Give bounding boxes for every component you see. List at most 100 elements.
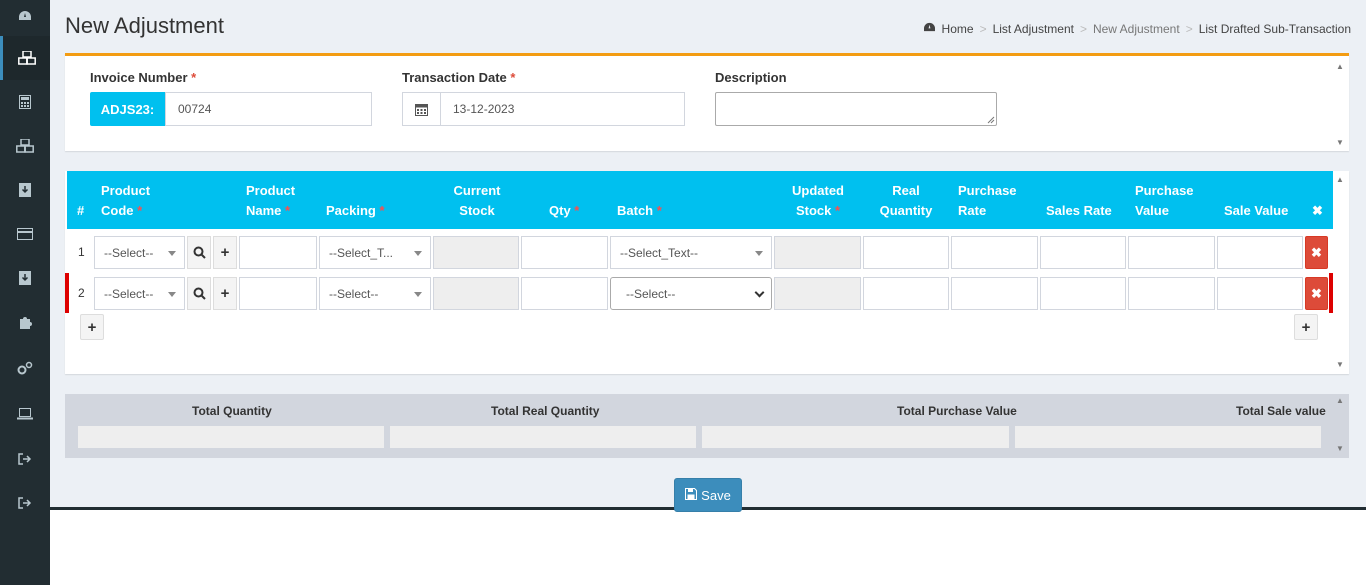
packing-select[interactable]: --Select_T...	[319, 236, 431, 269]
total-real-quantity-label: Total Real Quantity	[491, 404, 600, 418]
add-product-button[interactable]: +	[213, 277, 237, 310]
qty-input[interactable]	[521, 277, 608, 310]
header-product-name: Product Name *	[246, 183, 296, 218]
current-stock-field	[433, 236, 519, 269]
totals-box: Total Quantity Total Real Quantity Total…	[65, 394, 1349, 458]
current-stock-field	[433, 277, 519, 310]
header-purchase-rate: Purchase Rate	[958, 183, 1017, 218]
total-sale-value-label: Total Sale value	[1236, 404, 1326, 418]
total-purchase-value-label: Total Purchase Value	[897, 404, 1017, 418]
invoice-number-input[interactable]: 00724	[165, 92, 372, 126]
updated-stock-field	[774, 236, 861, 269]
content-wrapper: New Adjustment Home > List Adjustment > …	[50, 0, 1366, 512]
breadcrumb: Home > List Adjustment > New Adjustment …	[923, 22, 1351, 36]
updated-stock-field	[774, 277, 861, 310]
product-name-input[interactable]	[239, 277, 317, 310]
scroll-up-icon[interactable]: ▲	[1335, 175, 1345, 185]
search-icon[interactable]	[187, 236, 211, 269]
product-code-select[interactable]: --Select--	[94, 277, 185, 310]
header-batch: Batch *	[617, 203, 662, 218]
delete-row-button[interactable]: ✖	[1305, 277, 1328, 310]
qty-input[interactable]	[521, 236, 608, 269]
puzzle-icon[interactable]	[0, 300, 50, 344]
invoice-prefix: ADJS23:	[90, 92, 165, 126]
breadcrumb-home[interactable]: Home	[942, 22, 974, 36]
add-row-button[interactable]: +	[1294, 314, 1318, 340]
breadcrumb-separator: >	[1079, 22, 1087, 36]
description-textarea[interactable]	[715, 92, 997, 126]
sign-out-icon[interactable]	[0, 481, 50, 525]
delete-row-button[interactable]: ✖	[1305, 236, 1328, 269]
header-packing: Packing *	[326, 203, 385, 218]
row-error-indicator	[65, 273, 69, 313]
items-table-header: # Product Code * Product Name * Packing …	[67, 171, 1333, 229]
cubes-icon[interactable]	[0, 124, 50, 168]
gears-icon[interactable]	[0, 346, 50, 390]
header-current-stock: Current Stock	[453, 183, 501, 218]
purchase-rate-input[interactable]	[951, 236, 1038, 269]
add-product-button[interactable]: +	[213, 236, 237, 269]
real-quantity-input[interactable]	[863, 236, 949, 269]
items-table-box: # Product Code * Product Name * Packing …	[65, 171, 1349, 374]
breadcrumb-new-adjustment: New Adjustment	[1092, 22, 1180, 36]
credit-card-icon[interactable]	[0, 212, 50, 256]
scroll-down-icon[interactable]: ▼	[1335, 360, 1345, 370]
search-icon[interactable]	[187, 277, 211, 310]
sale-value-input[interactable]	[1217, 277, 1303, 310]
real-quantity-input[interactable]	[863, 277, 949, 310]
header-number: #	[77, 203, 85, 218]
purchase-rate-input[interactable]	[951, 277, 1038, 310]
cubes-icon[interactable]	[0, 36, 50, 80]
scroll-down-icon[interactable]: ▼	[1335, 138, 1345, 148]
header-updated-stock: Updated Stock *	[792, 183, 844, 218]
breadcrumb-list-adjustment[interactable]: List Adjustment	[993, 22, 1074, 36]
header-sales-rate: Sales Rate	[1046, 203, 1112, 218]
product-code-select[interactable]: --Select--	[94, 236, 185, 269]
sidebar	[0, 0, 50, 585]
header-real-quantity: Real Quantity	[879, 183, 933, 218]
header-qty: Qty *	[549, 203, 580, 218]
add-row-button[interactable]: +	[80, 314, 104, 340]
header-product-code: Product Code *	[101, 183, 151, 218]
breadcrumb-separator: >	[979, 22, 987, 36]
breadcrumb-list-drafted[interactable]: List Drafted Sub-Transaction	[1199, 22, 1351, 36]
breadcrumb-separator: >	[1185, 22, 1193, 36]
header-sale-value: Sale Value	[1224, 203, 1289, 218]
total-quantity-label: Total Quantity	[192, 404, 272, 418]
batch-select[interactable]: --Select_Text--	[610, 236, 772, 269]
description-label: Description	[715, 70, 787, 85]
header-purchase-value: Purchase Value	[1135, 183, 1194, 218]
transaction-date-input[interactable]: 13-12-2023	[440, 92, 685, 126]
dashboard-icon	[923, 22, 936, 36]
purchase-value-input[interactable]	[1128, 277, 1215, 310]
row-error-indicator	[1329, 273, 1333, 313]
download-icon[interactable]	[0, 256, 50, 300]
calculator-icon[interactable]	[0, 80, 50, 124]
dashboard-icon[interactable]	[0, 0, 50, 38]
packing-select[interactable]: --Select--	[319, 277, 431, 310]
scroll-up-icon[interactable]: ▲	[1335, 62, 1345, 72]
laptop-icon[interactable]	[0, 392, 50, 436]
total-quantity-field	[77, 425, 385, 449]
calendar-icon[interactable]	[402, 92, 441, 126]
scroll-down-icon[interactable]: ▼	[1335, 444, 1345, 454]
transaction-date-label: Transaction Date *	[402, 70, 516, 85]
product-name-input[interactable]	[239, 236, 317, 269]
page-title: New Adjustment	[65, 13, 224, 38]
download-icon[interactable]	[0, 168, 50, 212]
adjustment-header-box: Invoice Number * ADJS23: 00724 Transacti…	[65, 53, 1349, 151]
row-number: 1	[78, 245, 85, 259]
batch-select[interactable]: --Select--	[610, 277, 772, 310]
sales-rate-input[interactable]	[1040, 236, 1126, 269]
remove-all-icon[interactable]: ✖	[1312, 201, 1323, 221]
save-button[interactable]: Save	[674, 478, 742, 512]
scroll-up-icon[interactable]: ▲	[1335, 396, 1345, 406]
invoice-number-label: Invoice Number *	[90, 70, 197, 85]
total-purchase-value-field	[701, 425, 1010, 449]
sale-value-input[interactable]	[1217, 236, 1303, 269]
purchase-value-input[interactable]	[1128, 236, 1215, 269]
sign-out-icon[interactable]	[0, 437, 50, 481]
sales-rate-input[interactable]	[1040, 277, 1126, 310]
total-sale-value-field	[1014, 425, 1322, 449]
chevron-down-icon	[754, 287, 765, 298]
